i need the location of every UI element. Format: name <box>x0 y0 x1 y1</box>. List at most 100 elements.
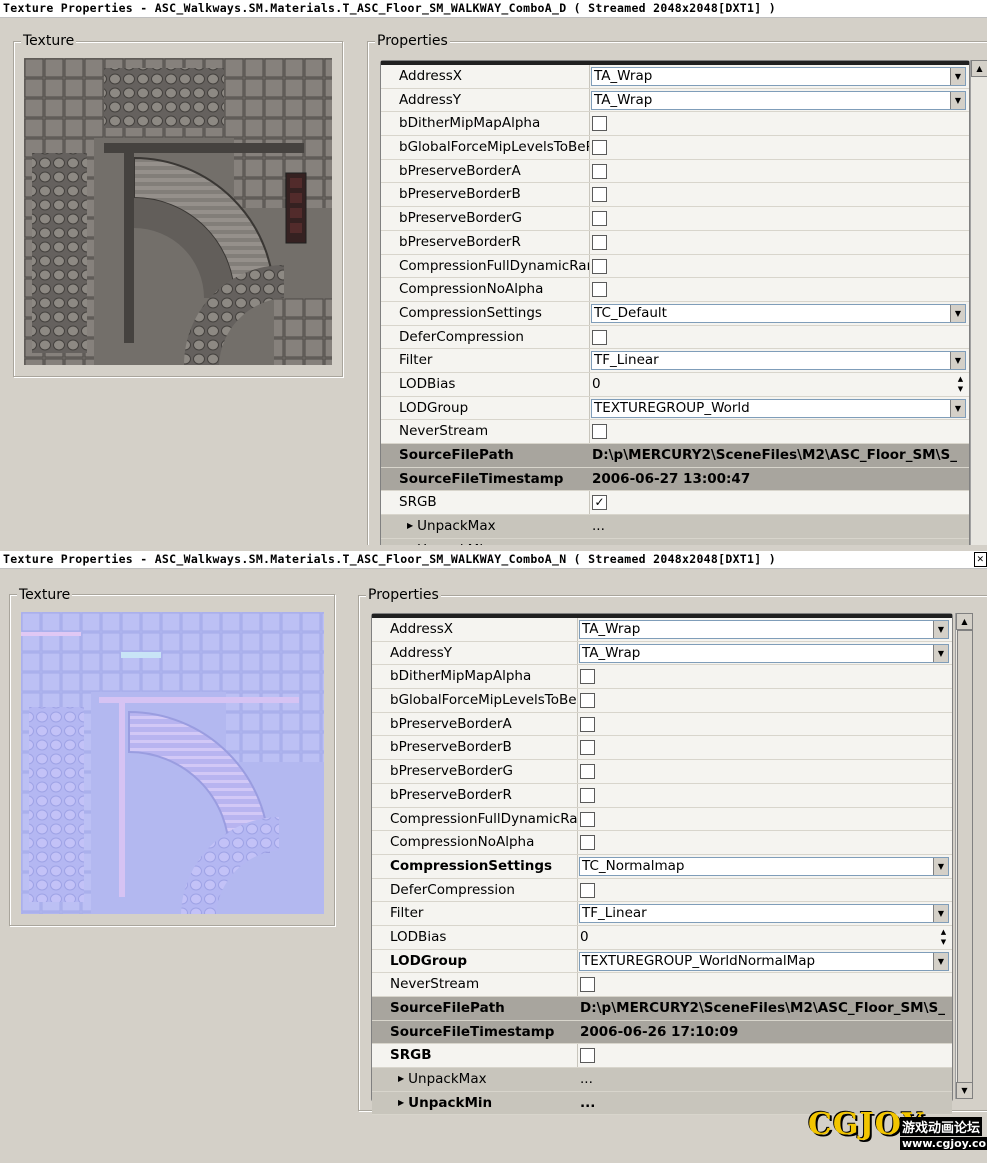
property-value[interactable]: TA_Wrap ▼ <box>577 618 952 641</box>
property-row-neverstream[interactable]: NeverStream <box>381 420 969 444</box>
property-row-unpackmin[interactable]: UnpackMin... <box>381 538 969 545</box>
property-value[interactable]: ... <box>589 515 969 538</box>
checkbox[interactable] <box>580 1048 595 1064</box>
property-value[interactable]: TA_Wrap ▼ <box>589 89 969 112</box>
property-value[interactable]: TC_Normalmap ▼ <box>577 855 952 878</box>
property-row-defercompression[interactable]: DeferCompression <box>372 878 952 903</box>
property-value[interactable] <box>589 231 969 254</box>
property-row-bpreservebordera[interactable]: bPreserveBorderA <box>381 159 969 184</box>
property-row-bpreserveborderb[interactable]: bPreserveBorderB <box>372 736 952 761</box>
property-value[interactable]: TF_Linear ▼ <box>577 902 952 925</box>
property-row-lodgroup[interactable]: LODGroup TEXTUREGROUP_WorldNormalMap ▼ <box>372 949 952 974</box>
checkbox[interactable] <box>592 116 607 132</box>
checkbox[interactable] <box>580 787 595 803</box>
property-value[interactable]: 2006-06-26 17:10:09 <box>577 1021 952 1044</box>
property-row-unpackmax[interactable]: UnpackMax... <box>381 515 969 539</box>
property-value[interactable] <box>577 784 952 807</box>
property-value[interactable]: TA_Wrap ▼ <box>589 65 969 88</box>
scroll-thumb[interactable] <box>957 630 973 1084</box>
property-value[interactable]: TC_Default ▼ <box>589 302 969 325</box>
property-value[interactable]: TEXTUREGROUP_WorldNormalMap ▼ <box>577 950 952 973</box>
dropdown-field[interactable]: TEXTUREGROUP_WorldNormalMap ▼ <box>579 951 949 971</box>
checkbox[interactable] <box>580 835 595 851</box>
property-row-bglobalforcemiplevelstoberesident[interactable]: bGlobalForceMipLevelsToBeResident <box>372 689 952 713</box>
property-row-sourcefiletimestamp[interactable]: SourceFileTimestamp 2006-06-27 13:00:47 <box>381 467 969 492</box>
property-value[interactable]: ✓ <box>589 491 969 514</box>
property-value[interactable] <box>589 183 969 206</box>
checkbox[interactable] <box>592 211 607 227</box>
property-row-compressionnoalpha[interactable]: CompressionNoAlpha <box>381 278 969 302</box>
close-icon[interactable]: ✕ <box>974 552 987 567</box>
property-row-srgb[interactable]: SRGB ✓ <box>381 491 969 516</box>
dropdown-field[interactable]: TC_Default ▼ <box>591 303 966 323</box>
property-value[interactable]: 0 ▲ ▼ <box>589 373 969 396</box>
scroll-up-arrow-icon[interactable]: ▲ <box>971 60 987 77</box>
scroll-up-arrow-icon[interactable]: ▲ <box>956 613 973 630</box>
property-row-bpreserveborderb[interactable]: bPreserveBorderB <box>381 183 969 208</box>
chevron-down-icon[interactable]: ▼ <box>933 621 948 638</box>
checkbox[interactable] <box>580 740 595 756</box>
property-value[interactable] <box>589 326 969 349</box>
property-value[interactable] <box>577 1044 952 1067</box>
property-value[interactable] <box>577 808 952 831</box>
property-value[interactable]: TF_Linear ▼ <box>589 349 969 372</box>
checkbox[interactable] <box>580 764 595 780</box>
property-value[interactable]: TA_Wrap ▼ <box>577 642 952 665</box>
property-row-lodbias[interactable]: LODBias 0 ▲ ▼ <box>381 372 969 397</box>
checkbox[interactable]: ✓ <box>592 495 607 511</box>
property-value[interactable] <box>589 160 969 183</box>
property-value[interactable] <box>577 831 952 854</box>
property-value[interactable]: ... <box>589 539 969 545</box>
property-row-bpreserveborderg[interactable]: bPreserveBorderG <box>372 760 952 784</box>
chevron-down-icon[interactable]: ▼ <box>933 644 948 662</box>
checkbox[interactable] <box>592 187 607 203</box>
property-value[interactable]: TEXTUREGROUP_World ▼ <box>589 397 969 420</box>
property-row-unpackmax[interactable]: UnpackMax... <box>372 1068 952 1092</box>
spinner-arrows-icon[interactable]: ▲ ▼ <box>938 927 949 947</box>
chevron-down-icon[interactable]: ▼ <box>950 352 965 370</box>
property-row-srgb[interactable]: SRGB <box>372 1044 952 1069</box>
property-row-compressionsettings[interactable]: CompressionSettings TC_Default ▼ <box>381 301 969 326</box>
chevron-down-icon[interactable]: ▼ <box>933 952 948 970</box>
checkbox[interactable] <box>592 258 607 274</box>
property-row-bglobalforcemiplevelstoberesident[interactable]: bGlobalForceMipLevelsToBeResident <box>381 136 969 160</box>
property-row-addressx[interactable]: AddressX TA_Wrap ▼ <box>381 65 969 89</box>
checkbox[interactable] <box>580 977 595 993</box>
checkbox[interactable] <box>580 811 595 827</box>
checkbox[interactable] <box>580 882 595 898</box>
checkbox[interactable] <box>592 140 607 156</box>
checkbox[interactable] <box>580 693 595 709</box>
checkbox[interactable] <box>592 234 607 250</box>
property-row-bpreservebordera[interactable]: bPreserveBorderA <box>372 712 952 737</box>
property-value[interactable]: 2006-06-27 13:00:47 <box>589 468 969 491</box>
chevron-down-icon[interactable]: ▼ <box>933 857 948 875</box>
property-row-lodbias[interactable]: LODBias 0 ▲ ▼ <box>372 925 952 950</box>
chevron-down-icon[interactable]: ▼ <box>933 905 948 923</box>
property-row-filter[interactable]: Filter TF_Linear ▼ <box>372 902 952 926</box>
property-row-filter[interactable]: Filter TF_Linear ▼ <box>381 349 969 373</box>
property-row-sourcefiletimestamp[interactable]: SourceFileTimestamp 2006-06-26 17:10:09 <box>372 1020 952 1045</box>
property-row-compressionsettings[interactable]: CompressionSettings TC_Normalmap ▼ <box>372 854 952 879</box>
property-value[interactable] <box>589 420 969 443</box>
property-value[interactable] <box>577 713 952 736</box>
chevron-down-icon[interactable]: ▼ <box>950 399 965 417</box>
property-value[interactable] <box>577 973 952 996</box>
property-value[interactable]: D:\p\MERCURY2\SceneFiles\M2\ASC_Floor_SM… <box>589 444 969 467</box>
dropdown-field[interactable]: TC_Normalmap ▼ <box>579 856 949 876</box>
dropdown-field[interactable]: TF_Linear ▼ <box>591 351 966 371</box>
property-row-bpreserveborderg[interactable]: bPreserveBorderG <box>381 207 969 231</box>
property-row-bpreserveborderr[interactable]: bPreserveBorderR <box>372 783 952 808</box>
property-value[interactable] <box>589 136 969 159</box>
scroll-down-arrow-icon[interactable]: ▼ <box>956 1082 973 1099</box>
dropdown-field[interactable]: TA_Wrap ▼ <box>579 643 949 663</box>
checkbox[interactable] <box>580 669 595 685</box>
property-row-addressx[interactable]: AddressX TA_Wrap ▼ <box>372 618 952 642</box>
property-value[interactable] <box>589 255 969 278</box>
checkbox[interactable] <box>592 163 607 179</box>
property-value[interactable] <box>589 207 969 230</box>
vertical-scrollbar[interactable]: ▲ <box>970 60 987 545</box>
checkbox[interactable] <box>592 282 607 298</box>
property-value[interactable] <box>577 665 952 688</box>
property-value[interactable] <box>589 112 969 135</box>
property-row-lodgroup[interactable]: LODGroup TEXTUREGROUP_World ▼ <box>381 396 969 421</box>
